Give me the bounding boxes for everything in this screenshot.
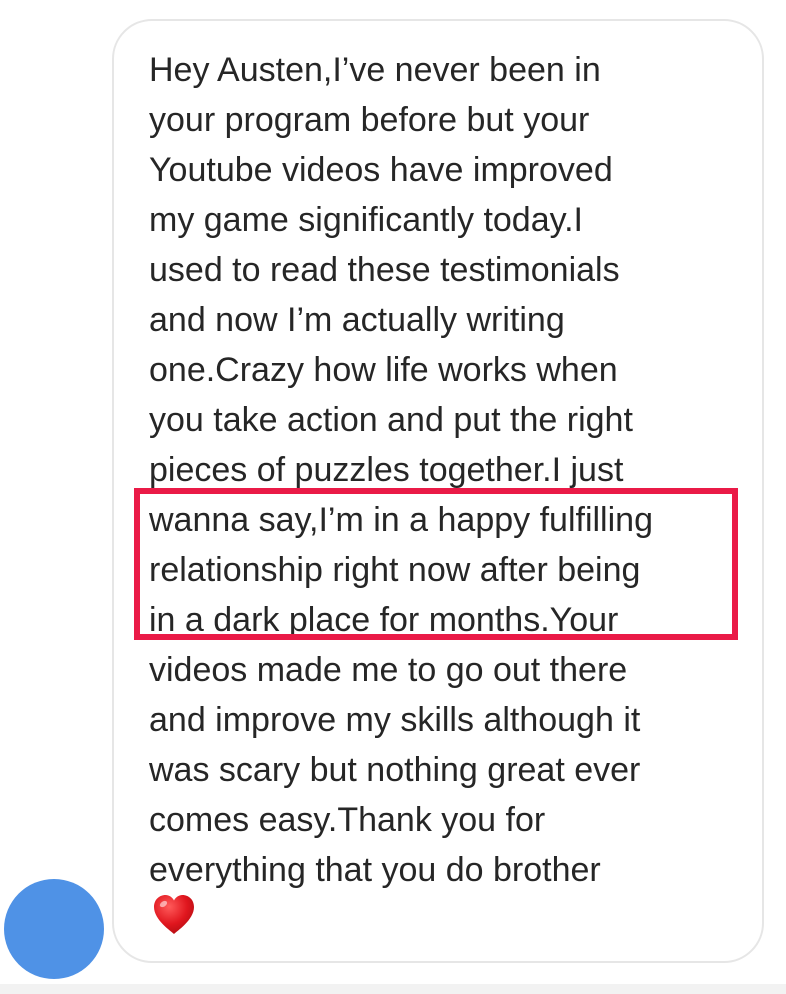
heart-emoji-icon [154,895,194,934]
message-line: videos made me to go out there [149,651,628,689]
avatar[interactable] [4,879,104,979]
message-line: comes easy.Thank you for [149,801,546,839]
message-line: was scary but nothing great ever [149,751,641,789]
message-line: Hey Austen,I’ve never been in [149,51,601,89]
message-line: and now I’m actually writing [149,301,565,339]
message-line: used to read these testimonials [149,251,620,289]
message-line: you take action and put the right [149,401,633,439]
message-line: and improve my skills although it [149,701,641,739]
bottom-divider [0,984,786,994]
message-text: Hey Austen,I’ve never been in your progr… [149,45,749,895]
message-line: Youtube videos have improved [149,151,613,189]
message-line: my game significantly today.I [149,201,583,239]
highlight-box [134,488,738,640]
message-line: everything that you do brother [149,851,601,889]
message-line: one.Crazy how life works when [149,351,618,389]
message-line: your program before but your [149,101,590,139]
